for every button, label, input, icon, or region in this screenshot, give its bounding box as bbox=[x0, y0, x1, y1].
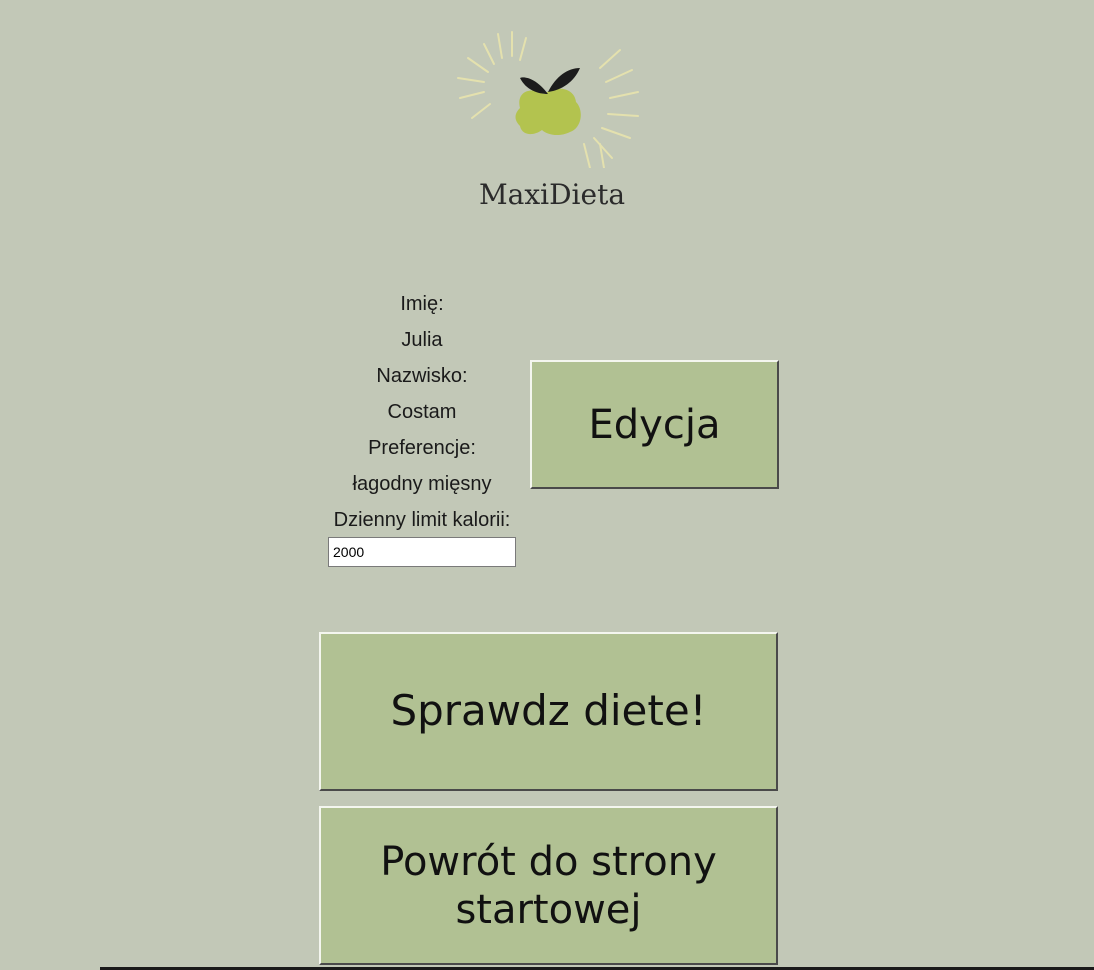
edit-button[interactable]: Edycja bbox=[530, 360, 779, 489]
calorie-limit-input[interactable] bbox=[328, 537, 516, 567]
preferences-value: łagodny mięsny bbox=[352, 473, 492, 495]
maxidieta-logo-icon bbox=[457, 31, 639, 168]
back-to-start-button[interactable]: Powrót do strony startowej bbox=[319, 806, 778, 965]
brand-name: MaxiDieta bbox=[478, 178, 626, 211]
profile-info: Imię: Julia Nazwisko: Costam Preferencje… bbox=[300, 286, 544, 538]
last-name-label: Nazwisko: bbox=[376, 365, 468, 387]
check-diet-button[interactable]: Sprawdz diete! bbox=[319, 632, 778, 791]
preferences-label: Preferencje: bbox=[368, 437, 476, 459]
first-name-label: Imię: bbox=[400, 293, 444, 315]
calorie-limit-label: Dzienny limit kalorii: bbox=[333, 509, 511, 531]
profile-screen: MaxiDieta Imię: Julia Nazwisko: Costam P… bbox=[0, 0, 1094, 970]
last-name-value: Costam bbox=[387, 401, 457, 423]
first-name-value: Julia bbox=[401, 329, 443, 351]
